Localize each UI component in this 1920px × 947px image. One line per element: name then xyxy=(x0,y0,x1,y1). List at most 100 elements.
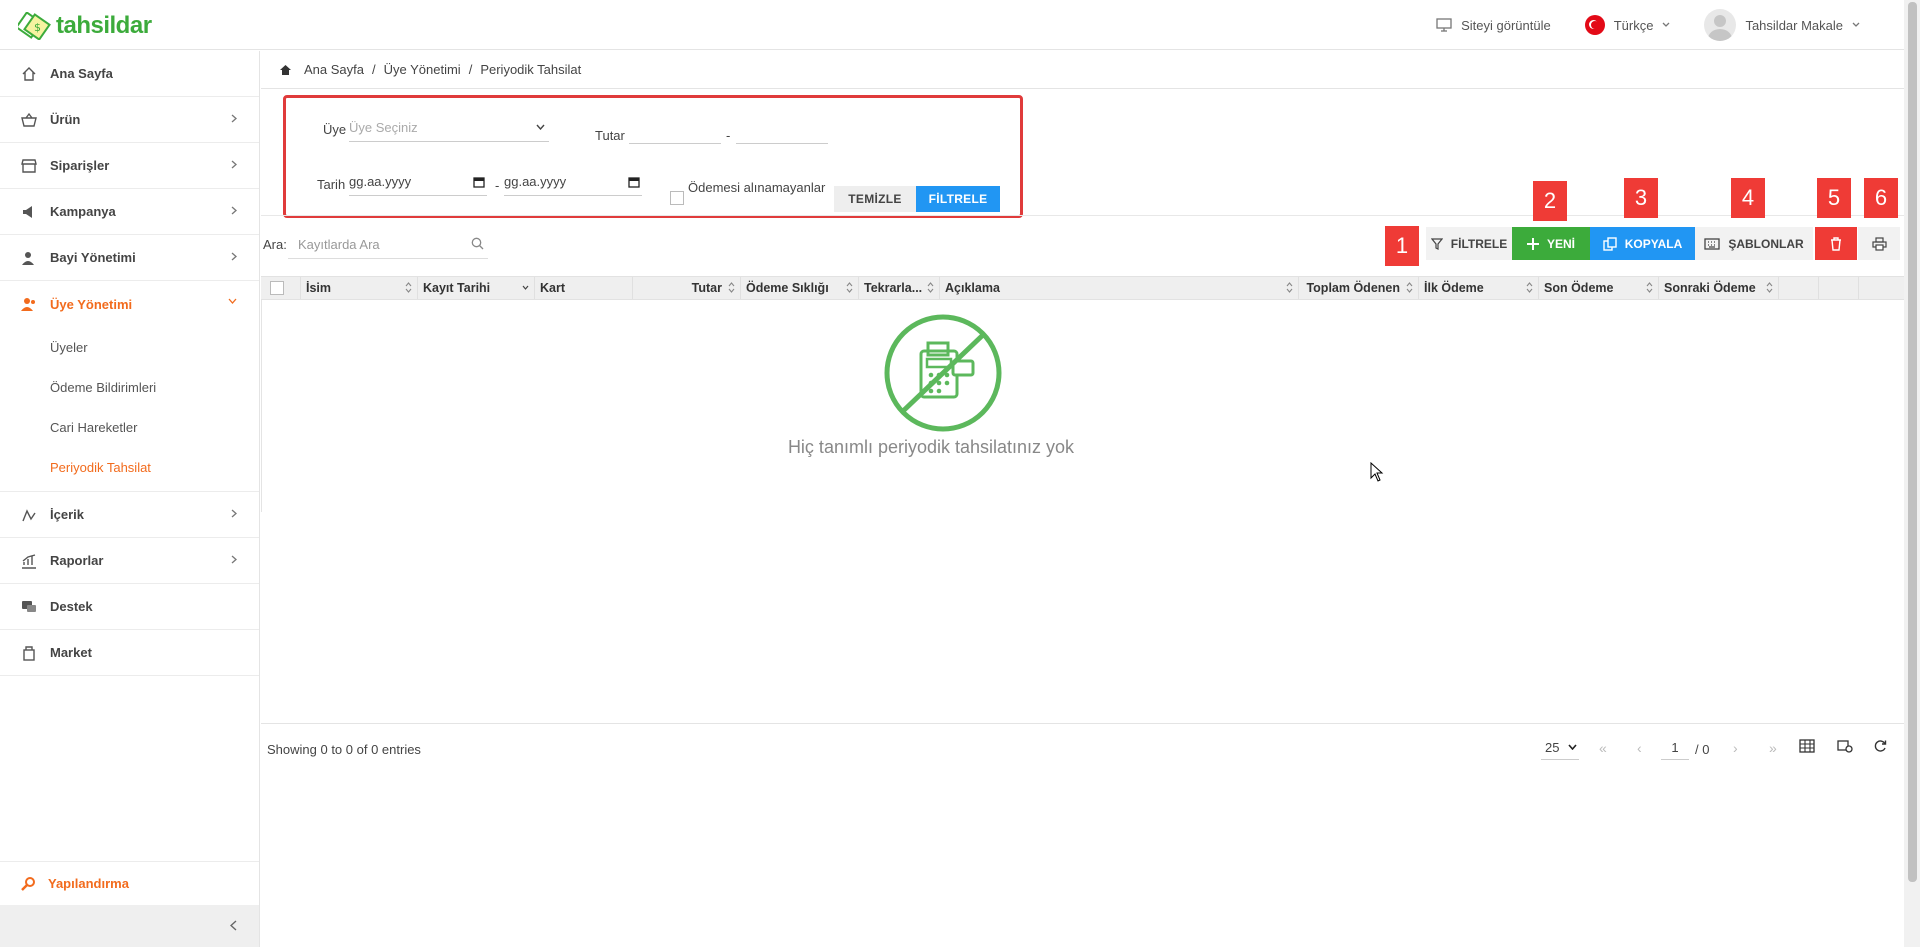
member-select[interactable]: Üye Seçiniz xyxy=(349,120,549,142)
date-start-input[interactable]: gg.aa.yyyy xyxy=(349,174,487,196)
column-registration-date[interactable]: Kayıt Tarihi xyxy=(418,277,535,299)
sidebar-subitem-account-transactions[interactable]: Cari Hareketler xyxy=(0,407,259,447)
sidebar-subitem-payment-notices[interactable]: Ödeme Bildirimleri xyxy=(0,367,259,407)
search-input[interactable]: Kayıtlarda Ara xyxy=(288,229,488,259)
chevron-right-icon xyxy=(231,114,237,123)
date-dash: - xyxy=(495,178,500,193)
printer-icon xyxy=(1871,236,1887,251)
table-footer: Showing 0 to 0 of 0 entries 25 « ‹ 1 / 0… xyxy=(261,723,1904,773)
megaphone-icon xyxy=(20,203,38,221)
sidebar-item-products[interactable]: Ürün xyxy=(0,97,259,143)
column-settings-icon[interactable] xyxy=(1837,739,1853,753)
sidebar-item-orders[interactable]: Siparişler xyxy=(0,143,259,189)
sidebar-item-dealers[interactable]: Bayi Yönetimi xyxy=(0,235,259,281)
chevron-right-icon xyxy=(231,160,237,169)
sidebar-item-label: Bayi Yönetimi xyxy=(50,250,136,265)
refresh-icon[interactable] xyxy=(1873,739,1887,753)
unpaid-label: Ödemesi alınamayanlar xyxy=(688,180,826,195)
support-icon xyxy=(20,598,38,616)
column-label: Ödeme Sıklığı xyxy=(746,281,829,295)
sidebar-item-label: Siparişler xyxy=(50,158,110,173)
clear-button[interactable]: TEMİZLE xyxy=(834,186,916,212)
select-all-checkbox[interactable] xyxy=(270,281,284,295)
column-label: Açıklama xyxy=(945,281,1000,295)
table-view-icon[interactable] xyxy=(1799,739,1815,753)
language-selector[interactable]: Türkçe xyxy=(1584,15,1671,35)
copy-icon xyxy=(1603,236,1617,251)
date-end-value: gg.aa.yyyy xyxy=(504,174,567,189)
amount-max-input[interactable] xyxy=(736,122,828,144)
previous-page-button[interactable]: ‹ xyxy=(1637,740,1642,756)
current-page: 1 xyxy=(1671,740,1679,755)
turkey-flag-icon xyxy=(1584,15,1605,35)
column-total-paid[interactable]: Toplam Ödenen xyxy=(1299,277,1419,299)
wrench-icon xyxy=(20,876,36,892)
view-site-link[interactable]: Siteyi görüntüle xyxy=(1436,18,1551,33)
apply-filter-button[interactable]: FİLTRELE xyxy=(916,186,1000,212)
logo[interactable]: $ tahsildar xyxy=(18,12,152,40)
member-label: Üye xyxy=(323,122,347,137)
amount-min-input[interactable] xyxy=(629,122,721,144)
monitor-icon xyxy=(1436,18,1452,32)
copy-button[interactable]: KOPYALA xyxy=(1590,227,1695,260)
user-name: Tahsildar Makale xyxy=(1745,17,1843,33)
entries-info: Showing 0 to 0 of 0 entries xyxy=(267,742,421,757)
sidebar-subitem-periodic-collection[interactable]: Periyodik Tahsilat xyxy=(0,447,259,487)
sidebar-item-home[interactable]: Ana Sayfa xyxy=(0,51,259,97)
sidebar-item-support[interactable]: Destek xyxy=(0,584,259,630)
first-page-button[interactable]: « xyxy=(1599,740,1607,756)
user-menu[interactable]: Tahsildar Makale xyxy=(1704,9,1860,41)
sidebar-subitem-members[interactable]: Üyeler xyxy=(0,327,259,367)
column-label: İlk Ödeme xyxy=(1424,281,1484,295)
content-icon xyxy=(20,506,38,524)
sidebar-item-market[interactable]: Market xyxy=(0,630,259,676)
sidebar-collapse-button[interactable] xyxy=(0,905,259,947)
column-name[interactable]: İsim xyxy=(301,277,418,299)
templates-button[interactable]: ŞABLONLAR xyxy=(1695,227,1813,260)
chevron-right-icon xyxy=(231,206,237,215)
page-number-input[interactable]: 1 xyxy=(1661,734,1689,760)
scrollbar-thumb[interactable] xyxy=(1908,2,1917,882)
page-scrollbar[interactable] xyxy=(1904,0,1920,947)
date-end-input[interactable]: gg.aa.yyyy xyxy=(504,174,642,196)
chevron-down-icon xyxy=(1568,744,1577,750)
delete-button[interactable] xyxy=(1815,227,1857,260)
print-button[interactable] xyxy=(1858,227,1900,260)
column-amount[interactable]: Tutar xyxy=(633,277,741,299)
column-repeat[interactable]: Tekrarla... xyxy=(859,277,940,299)
sidebar-item-label: Destek xyxy=(50,599,93,614)
column-label: Tutar xyxy=(691,281,722,295)
avatar xyxy=(1704,9,1737,41)
unpaid-checkbox[interactable] xyxy=(670,191,684,205)
sidebar-item-campaign[interactable]: Kampanya xyxy=(0,189,259,235)
column-last-payment[interactable]: Son Ödeme xyxy=(1539,277,1659,299)
column-next-payment[interactable]: Sonraki Ödeme xyxy=(1659,277,1779,299)
funnel-icon xyxy=(1430,237,1443,250)
column-description[interactable]: Açıklama xyxy=(940,277,1299,299)
sidebar-item-label: Üye Yönetimi xyxy=(50,296,133,312)
sidebar-item-configuration[interactable]: Yapılandırma xyxy=(0,861,259,905)
page-size-select[interactable]: 25 xyxy=(1541,734,1579,760)
column-card[interactable]: Kart xyxy=(535,277,633,299)
breadcrumb-home[interactable]: Ana Sayfa xyxy=(304,62,364,77)
sidebar-item-label: Raporlar xyxy=(50,553,104,568)
home-icon[interactable] xyxy=(279,64,292,76)
sidebar-item-label: Ürün xyxy=(50,112,81,127)
column-payment-frequency[interactable]: Ödeme Sıklığı xyxy=(741,277,859,299)
sidebar-item-reports[interactable]: Raporlar xyxy=(0,538,259,584)
sidebar-item-members[interactable]: Üye Yönetimi xyxy=(0,281,259,327)
annotation-badge-1: 1 xyxy=(1385,226,1419,266)
filter-toggle-button[interactable]: FİLTRELE xyxy=(1426,227,1512,260)
new-button[interactable]: YENİ xyxy=(1512,227,1590,260)
amount-label: Tutar xyxy=(595,128,625,143)
column-first-payment[interactable]: İlk Ödeme xyxy=(1419,277,1539,299)
annotation-badge-6: 6 xyxy=(1864,178,1898,218)
last-page-button[interactable]: » xyxy=(1769,740,1777,756)
sidebar-item-content[interactable]: İçerik xyxy=(0,492,259,538)
breadcrumb-separator: / xyxy=(372,62,376,77)
next-page-button[interactable]: › xyxy=(1733,740,1738,756)
chart-icon xyxy=(20,552,38,570)
breadcrumb-members[interactable]: Üye Yönetimi xyxy=(384,62,461,77)
logo-mark-icon: $ xyxy=(18,12,52,40)
chevron-right-icon xyxy=(231,555,237,564)
